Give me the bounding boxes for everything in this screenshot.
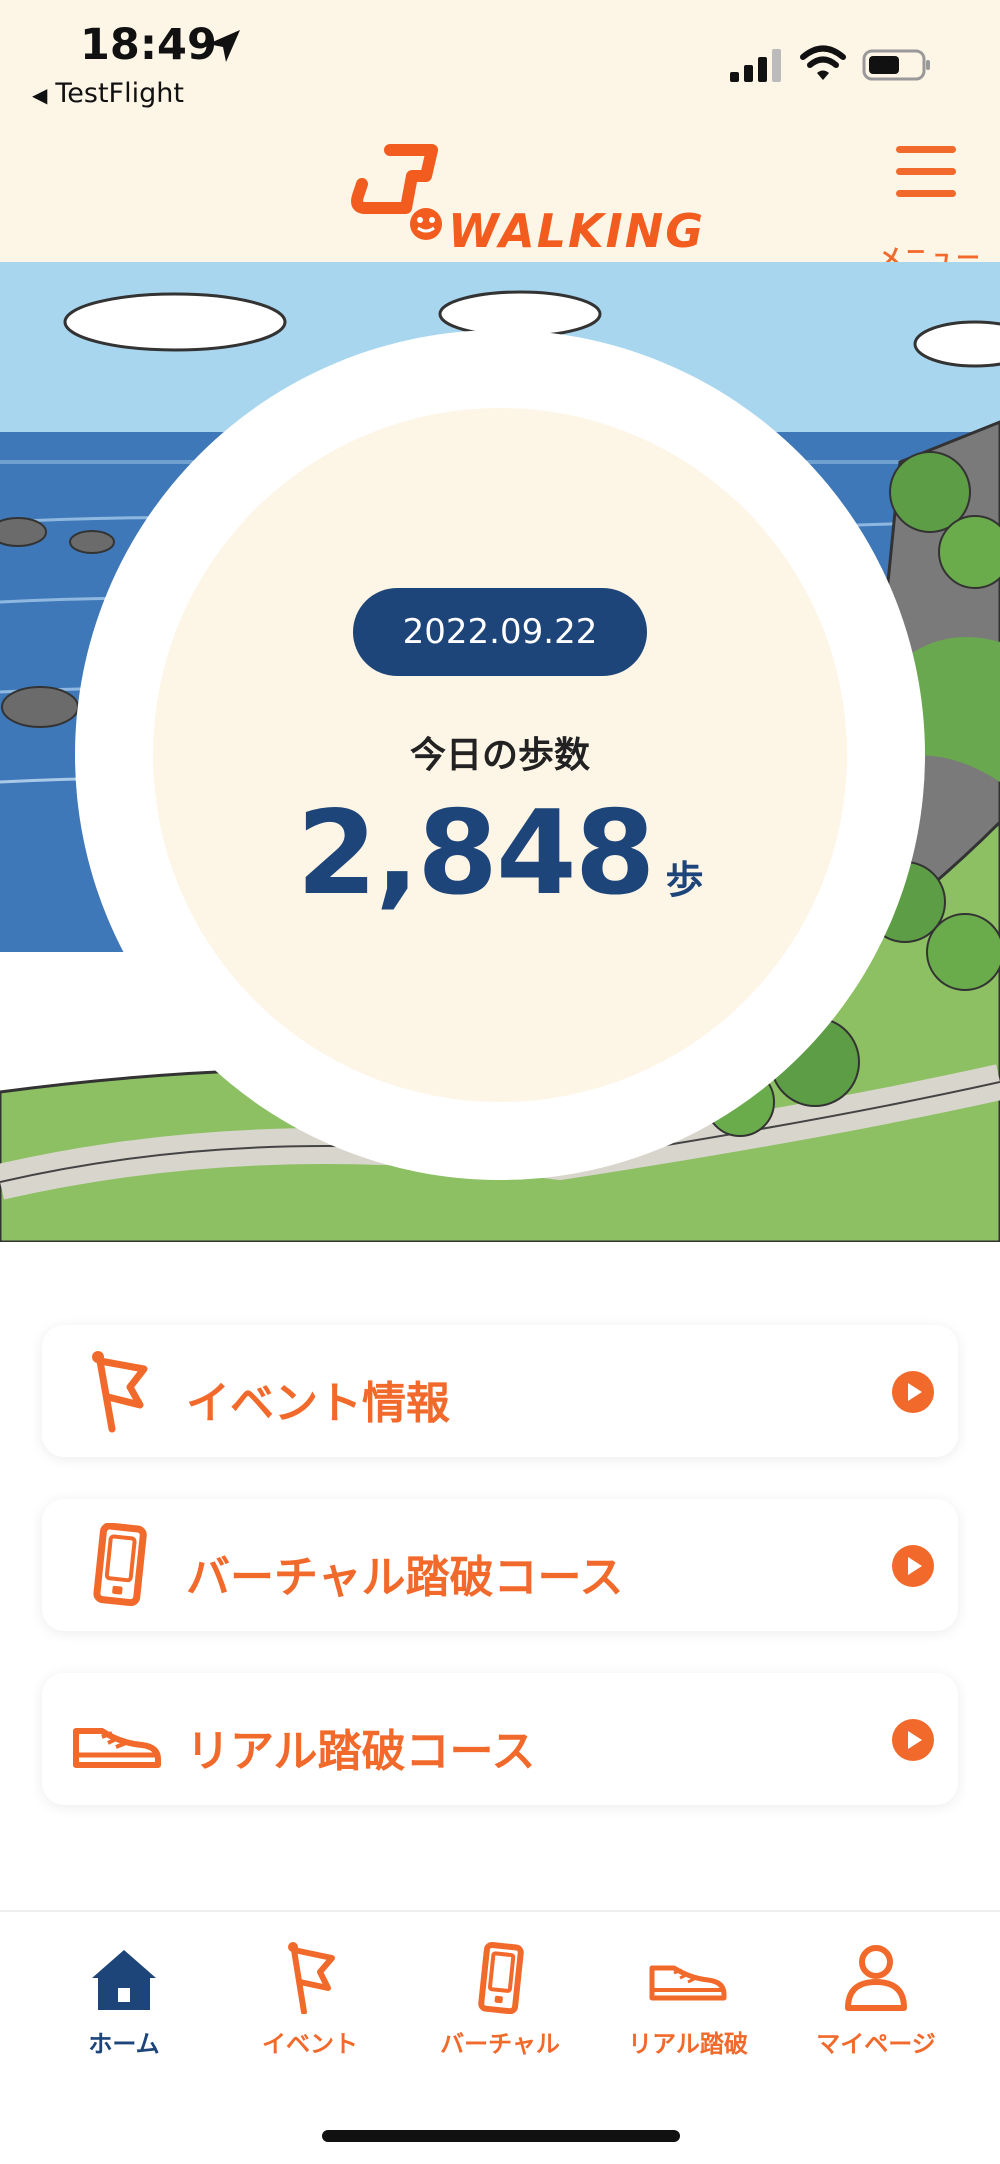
phone-icon — [93, 1523, 147, 1607]
tab-label: ホーム — [88, 2030, 160, 2058]
card-event-info[interactable]: イベント情報 — [42, 1325, 958, 1457]
home-icon — [92, 1950, 156, 2010]
tab-label: リアル踏破 — [628, 2030, 748, 2058]
home-indicator — [322, 2130, 680, 2142]
play-arrow-icon — [892, 1545, 934, 1587]
tab-home[interactable]: ホーム — [34, 1942, 214, 2072]
shoe-icon — [649, 1965, 727, 2001]
back-app-label: TestFlight — [55, 78, 184, 109]
tab-event[interactable]: イベント — [220, 1942, 400, 2072]
hero-illustration: 2022.09.22 今日の歩数 2,848 歩 — [0, 262, 1000, 1242]
date-badge: 2022.09.22 — [353, 588, 647, 676]
back-to-app-link[interactable]: ◀ TestFlight — [32, 78, 184, 109]
menu-button[interactable]: メニュー — [872, 140, 982, 272]
today-steps-value: 2,848 歩 — [153, 786, 847, 921]
card-real-course[interactable]: リアル踏破コース — [42, 1673, 958, 1805]
app-logo: WALKING — [344, 132, 703, 258]
battery-icon — [862, 49, 930, 81]
wifi-icon — [800, 45, 846, 80]
card-virtual-course[interactable]: バーチャル踏破コース — [42, 1499, 958, 1631]
step-unit: 歩 — [665, 858, 704, 902]
tab-label: バーチャル — [440, 2030, 560, 2058]
bottom-tab-bar: ホーム イベント バーチャル リアル踏破 マイページ — [0, 1910, 1000, 2164]
user-icon — [845, 1945, 907, 2011]
tab-mypage[interactable]: マイページ — [786, 1942, 966, 2072]
cellular-signal-icon — [730, 49, 781, 82]
tab-virtual[interactable]: バーチャル — [410, 1942, 590, 2072]
play-arrow-icon — [892, 1371, 934, 1413]
card-label: バーチャル踏破コース — [186, 1552, 624, 1603]
shoe-icon — [73, 1728, 161, 1768]
card-label: イベント情報 — [186, 1378, 450, 1429]
today-steps-label: 今日の歩数 — [409, 735, 590, 776]
flag-icon — [92, 1351, 148, 1433]
step-counter-ring: 2022.09.22 今日の歩数 2,848 歩 — [75, 330, 925, 1180]
phone-icon — [478, 1942, 524, 2014]
status-time: 18:49 — [80, 20, 217, 70]
app-header: WALKING メニュー — [0, 120, 1000, 272]
status-bar: 18:49 ◀ TestFlight — [0, 0, 1000, 120]
card-label: リアル踏破コース — [186, 1726, 536, 1777]
tab-real[interactable]: リアル踏破 — [598, 1942, 778, 2072]
back-triangle-icon: ◀ — [32, 83, 48, 107]
play-arrow-icon — [892, 1719, 934, 1761]
location-arrow-icon — [208, 30, 240, 62]
tab-label: イベント — [262, 2030, 358, 2058]
tab-label: マイページ — [816, 2030, 936, 2058]
flag-icon — [288, 1942, 335, 2014]
step-count: 2,848 — [296, 786, 656, 921]
step-counter-panel: 2022.09.22 今日の歩数 2,848 歩 — [153, 408, 847, 1102]
logo-text: WALKING — [448, 204, 706, 258]
